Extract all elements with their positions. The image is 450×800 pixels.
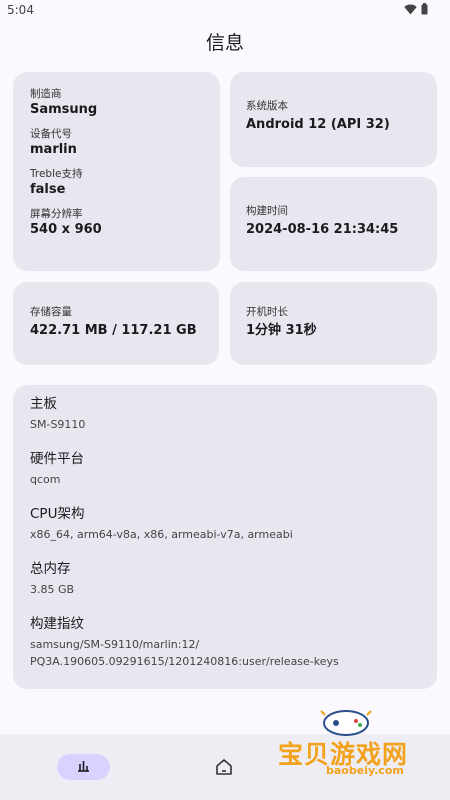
- codename-label: 设备代号: [30, 128, 72, 140]
- treble-value: false: [30, 182, 66, 197]
- uptime-card: 开机时长 1分钟 31秒: [230, 282, 437, 365]
- build-time-label: 构建时间: [246, 205, 288, 217]
- android-version-label: 系统版本: [246, 100, 288, 112]
- fingerprint-value: samsung/SM-S9110/marlin:12/ PQ3A.190605.…: [30, 638, 339, 668]
- detail-item: CPU架构 x86_64, arm64-v8a, x86, armeabi-v7…: [30, 505, 420, 543]
- manufacturer-label: 制造商: [30, 88, 62, 100]
- codename-value: marlin: [30, 142, 77, 157]
- battery-icon: [421, 3, 428, 15]
- android-version-card: 系统版本 Android 12 (API 32): [230, 72, 437, 167]
- cpu-abi-value: x86_64, arm64-v8a, x86, armeabi-v7a, arm…: [30, 528, 293, 541]
- build-time-card: 构建时间 2024-08-16 21:34:45: [230, 177, 437, 271]
- resolution-field: 屏幕分辨率 540 x 960: [30, 207, 203, 239]
- manufacturer-value: Samsung: [30, 102, 98, 117]
- status-icons: [404, 3, 428, 15]
- resolution-value: 540 x 960: [30, 222, 102, 237]
- detail-item: 总内存 3.85 GB: [30, 560, 420, 598]
- watermark-logo: 宝贝游戏网 baobeiy.com: [278, 705, 423, 785]
- resolution-label: 屏幕分辨率: [30, 208, 83, 220]
- board-value: SM-S9110: [30, 418, 86, 431]
- storage-card: 存储容量 422.71 MB / 117.21 GB: [13, 282, 219, 365]
- device-info-card: 制造商 Samsung 设备代号 marlin Treble支持 false 屏…: [13, 72, 220, 271]
- watermark-url: baobeiy.com: [326, 764, 404, 777]
- detail-item: 构建指纹 samsung/SM-S9110/marlin:12/ PQ3A.19…: [30, 615, 420, 670]
- codename-field: 设备代号 marlin: [30, 127, 203, 159]
- build-time-value: 2024-08-16 21:34:45: [246, 222, 399, 237]
- bar-chart-icon: [78, 761, 89, 772]
- platform-label: 硬件平台: [30, 451, 84, 467]
- nav-info-tab[interactable]: [57, 754, 110, 780]
- nav-home-tab[interactable]: [214, 758, 234, 780]
- gamepad-icon: [320, 710, 372, 736]
- treble-field: Treble支持 false: [30, 167, 203, 199]
- fingerprint-label: 构建指纹: [30, 616, 84, 632]
- board-label: 主板: [30, 396, 57, 412]
- total-memory-label: 总内存: [30, 561, 71, 577]
- platform-value: qcom: [30, 473, 61, 486]
- hardware-details-card: 主板 SM-S9110 硬件平台 qcom CPU架构 x86_64, arm6…: [13, 385, 437, 689]
- page-title: 信息: [205, 32, 244, 54]
- status-time: 5:04: [7, 3, 34, 17]
- home-icon: [216, 759, 232, 775]
- manufacturer-field: 制造商 Samsung: [30, 87, 203, 119]
- detail-item: 主板 SM-S9110: [30, 395, 420, 433]
- detail-item: 硬件平台 qcom: [30, 450, 420, 488]
- storage-label: 存储容量: [30, 306, 72, 318]
- total-memory-value: 3.85 GB: [30, 583, 75, 596]
- uptime-value: 1分钟 31秒: [246, 323, 317, 338]
- uptime-label: 开机时长: [246, 306, 288, 318]
- status-bar: 5:04: [0, 0, 450, 20]
- wifi-icon: [404, 4, 417, 14]
- storage-value: 422.71 MB / 117.21 GB: [30, 323, 197, 338]
- cpu-abi-label: CPU架构: [30, 506, 85, 522]
- treble-label: Treble支持: [30, 168, 83, 180]
- android-version-value: Android 12 (API 32): [246, 117, 390, 132]
